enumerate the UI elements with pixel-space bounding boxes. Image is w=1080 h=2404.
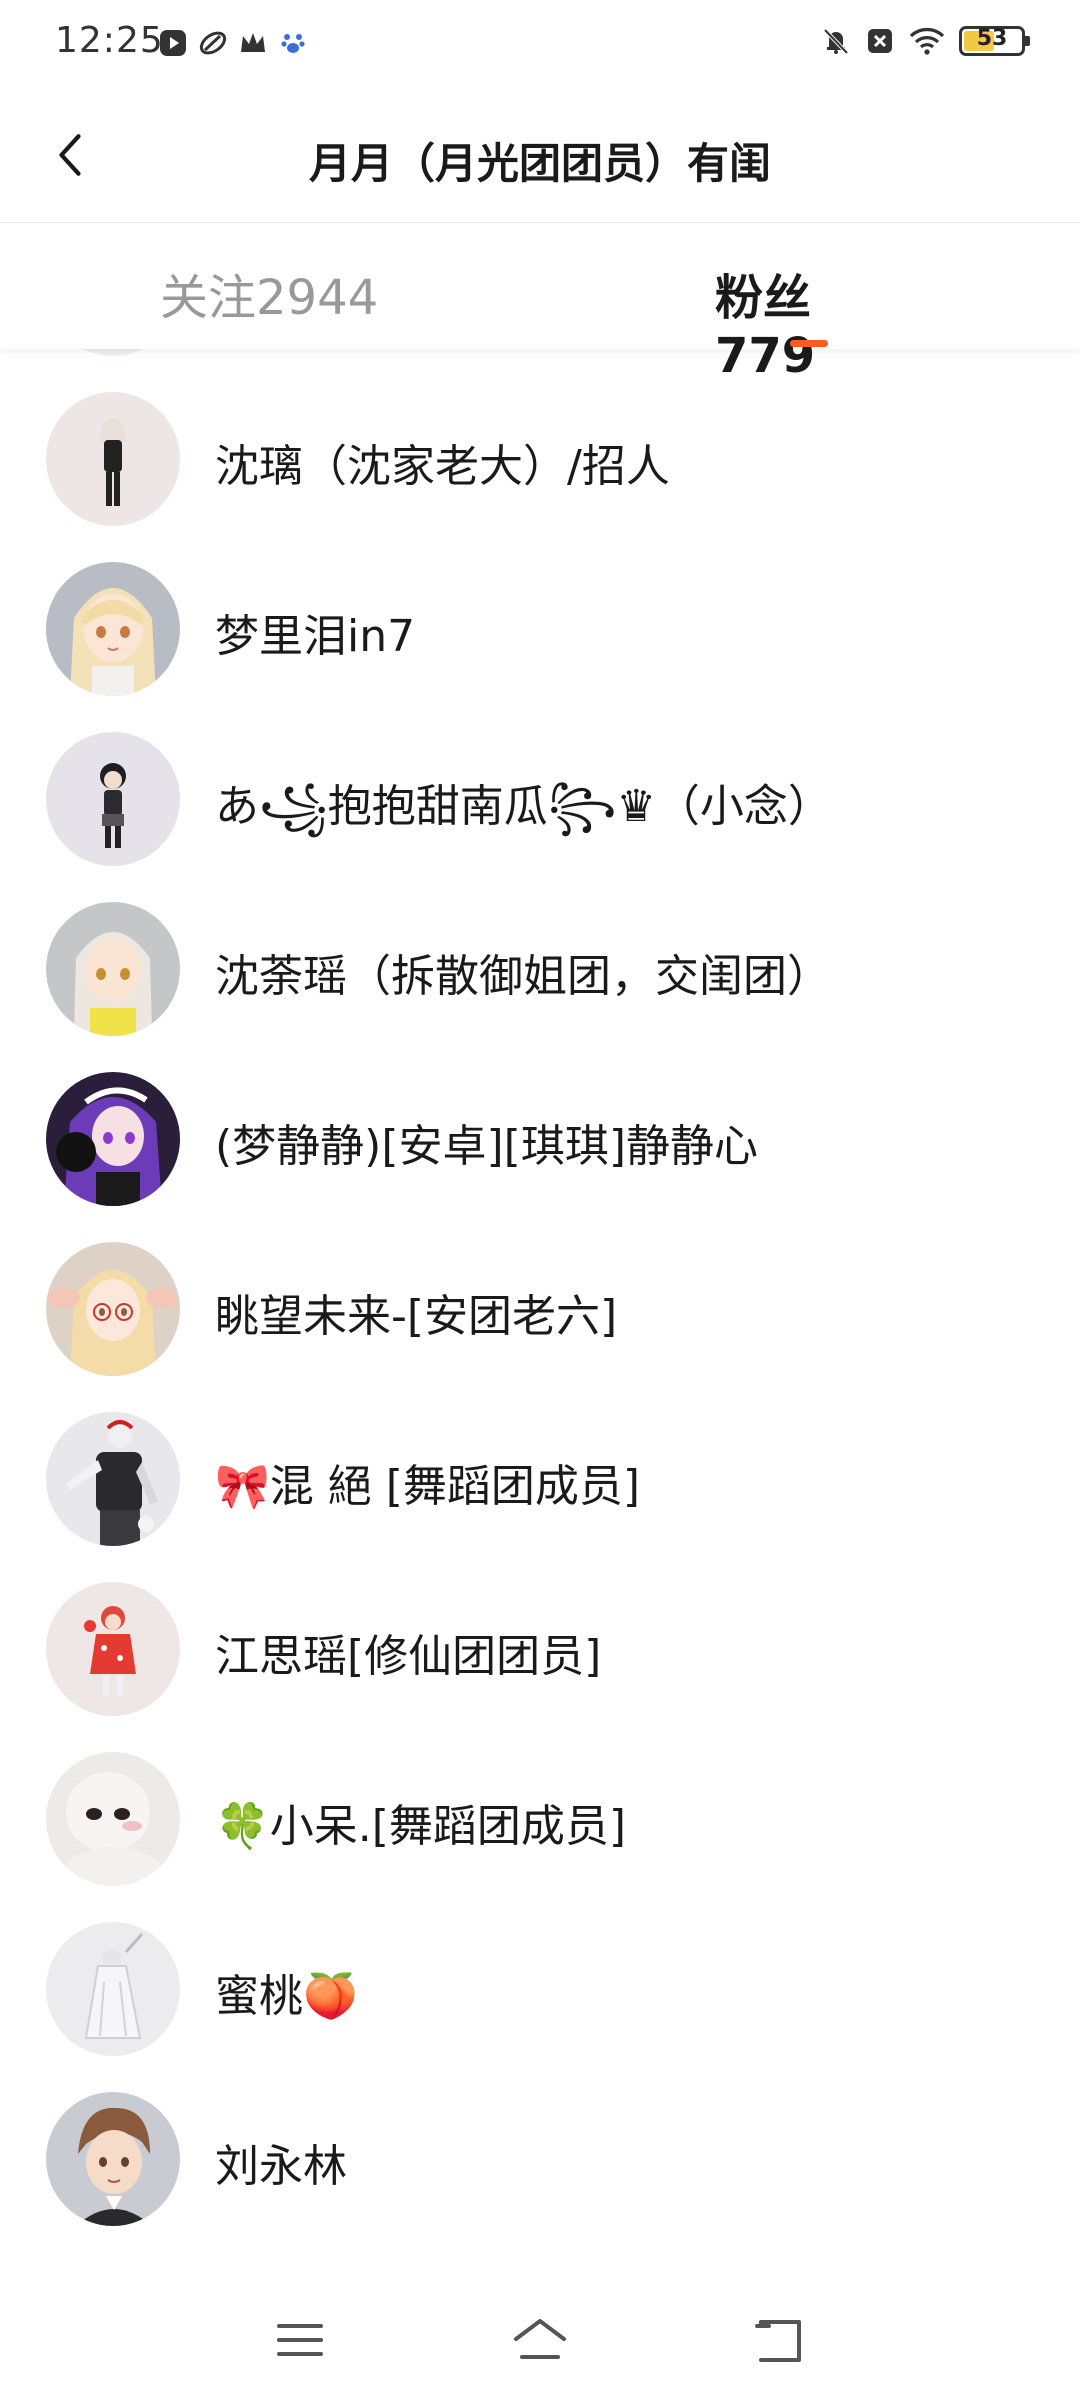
follower-row[interactable]: 眺望未来-[安团老六]	[0, 1220, 1080, 1390]
status-system-icons: 53	[821, 26, 1030, 56]
follower-name: 🎀混 絕 [舞蹈团成员]	[215, 1461, 641, 1512]
follower-row[interactable]: 沈璃（沈家老大）/招人	[0, 370, 1080, 540]
follower-row[interactable]: 🍀小呆.[舞蹈团成员]	[0, 1730, 1080, 1900]
follower-name: 沈璃（沈家老大）/招人	[215, 441, 670, 492]
avatar[interactable]	[46, 1752, 180, 1886]
follower-row[interactable]: あ꧁抱抱甜南瓜꧂♛（小念）	[0, 710, 1080, 880]
back-button[interactable]	[40, 120, 100, 190]
tab-fans[interactable]: 粉丝779	[715, 258, 905, 384]
menu-button[interactable]	[260, 2310, 340, 2370]
follower-row[interactable]: 沈荼瑶（拆散御姐团，交闺团）	[0, 880, 1080, 1050]
avatar[interactable]	[46, 1072, 180, 1206]
page-title: 月月（月光团团员）有闺	[308, 139, 771, 188]
home-icon	[514, 2319, 566, 2359]
leaf-app-icon	[198, 28, 228, 58]
avatar[interactable]	[46, 1922, 180, 2056]
home-button[interactable]	[500, 2310, 580, 2370]
follower-row[interactable]: 梦里泪in7	[0, 540, 1080, 710]
active-tab-indicator	[790, 340, 828, 347]
close-badge-icon	[865, 26, 895, 56]
follower-name: 蜜桃🍑	[215, 1971, 358, 2022]
follower-name: (梦静静)[安卓][琪琪]静静心	[215, 1121, 758, 1172]
follower-list[interactable]: 沈璃（沈家老大）/招人 梦里泪in7 あ꧁抱抱甜南瓜꧂♛（小念） 沈荼瑶（拆散御…	[0, 300, 1080, 2280]
menu-icon	[277, 2324, 323, 2356]
follower-name: 沈荼瑶（拆散御姐团，交闺团）	[215, 951, 831, 1002]
crown-icon	[238, 28, 268, 58]
wifi-icon	[909, 26, 945, 56]
nav-back-button[interactable]	[740, 2310, 820, 2370]
avatar[interactable]	[46, 562, 180, 696]
screen: 12:25 53 月月（月光团团员）有闺 沈璃（沈家老大）/招人 梦里泪in7 …	[0, 0, 1080, 2404]
follower-name: あ꧁抱抱甜南瓜꧂♛（小念）	[215, 781, 832, 832]
battery-cap	[1025, 36, 1030, 46]
battery-icon: 53	[959, 26, 1030, 56]
chevron-left-icon	[59, 134, 81, 176]
avatar[interactable]	[46, 392, 180, 526]
follower-name: 🍀小呆.[舞蹈团成员]	[215, 1801, 627, 1852]
status-time: 12:25	[55, 20, 164, 61]
avatar[interactable]	[46, 1412, 180, 1546]
follower-name: 刘永林	[215, 2141, 347, 2192]
avatar[interactable]	[46, 2092, 180, 2226]
follower-row[interactable]: (梦静静)[安卓][琪琪]静静心	[0, 1050, 1080, 1220]
follower-row[interactable]: 蜜桃🍑	[0, 1900, 1080, 2070]
follower-row[interactable]: 刘永林	[0, 2070, 1080, 2240]
follower-row[interactable]: 🎀混 絕 [舞蹈团成员]	[0, 1390, 1080, 1560]
tab-following[interactable]: 关注2944	[160, 258, 380, 328]
avatar[interactable]	[46, 1582, 180, 1716]
status-notification-icons	[158, 28, 308, 58]
follower-name: 江思瑶[修仙团团员]	[215, 1631, 602, 1682]
battery-level-text: 53	[976, 26, 1008, 51]
header: 月月（月光团团员）有闺	[0, 92, 1080, 223]
system-nav-bar	[0, 2270, 1080, 2404]
follower-name: 梦里泪in7	[215, 611, 416, 662]
follower-name: 眺望未来-[安团老六]	[215, 1291, 618, 1342]
back-icon	[755, 2320, 801, 2362]
tab-bar: 关注2944 粉丝779	[0, 224, 1080, 384]
avatar[interactable]	[46, 1242, 180, 1376]
paw-icon	[278, 28, 308, 58]
avatar[interactable]	[46, 732, 180, 866]
status-bar: 12:25 53	[0, 0, 1080, 92]
follower-row[interactable]: 江思瑶[修仙团团员]	[0, 1560, 1080, 1730]
bell-muted-icon	[821, 26, 851, 56]
play-badge-icon	[158, 28, 188, 58]
avatar[interactable]	[46, 902, 180, 1036]
